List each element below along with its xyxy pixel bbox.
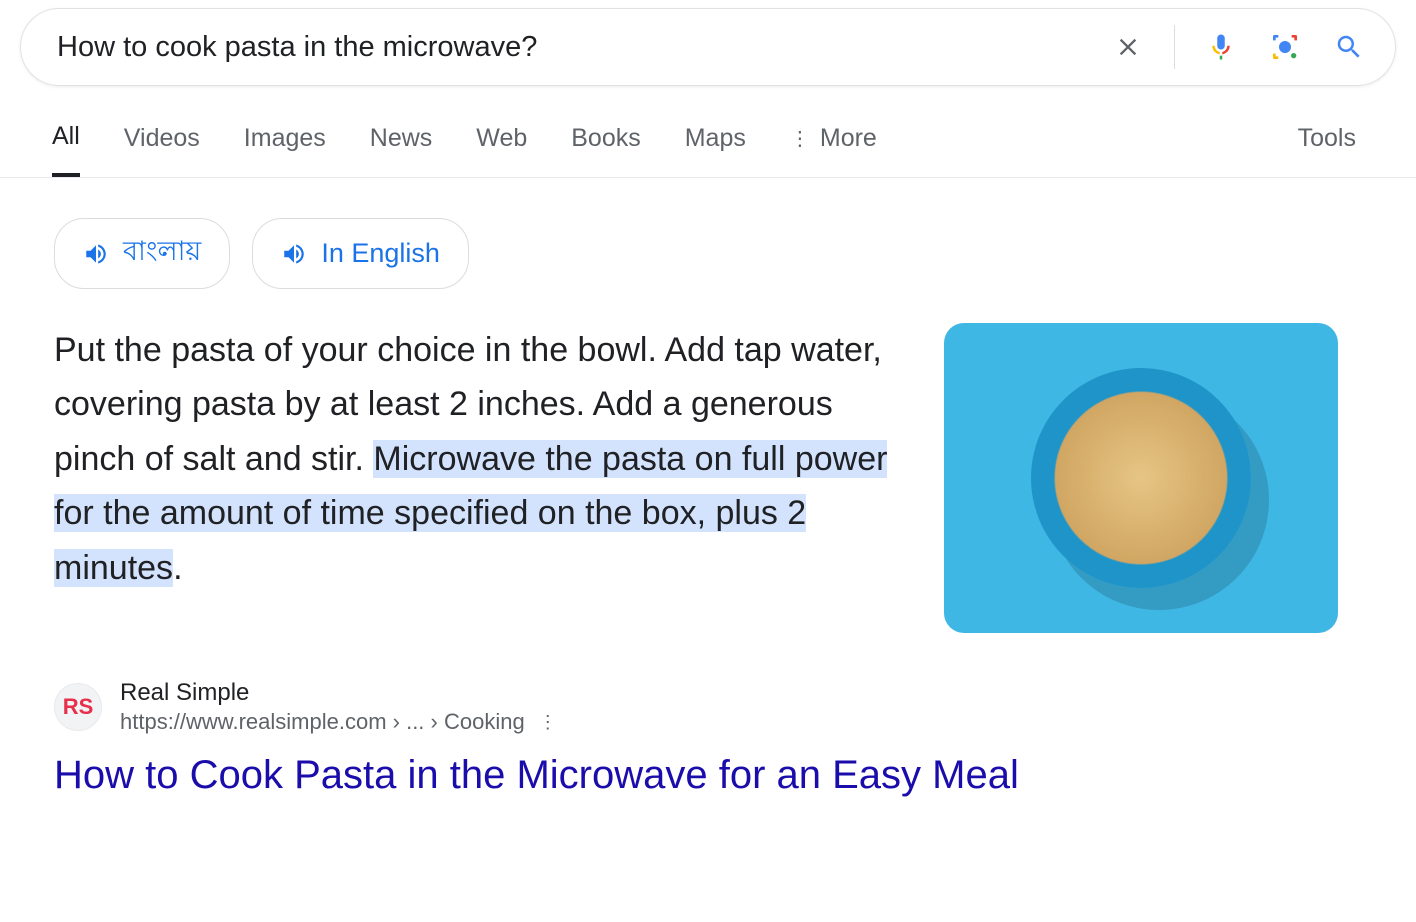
tab-web[interactable]: Web <box>476 122 527 177</box>
more-vert-icon: ⋮ <box>790 129 810 149</box>
speaker-icon <box>281 241 307 267</box>
mic-icon[interactable] <box>1203 29 1239 65</box>
snippet-text: Put the pasta of your choice in the bowl… <box>54 323 894 595</box>
tab-books[interactable]: Books <box>571 122 640 177</box>
chip-english[interactable]: In English <box>252 218 469 289</box>
speaker-icon <box>83 241 109 267</box>
language-chips: বাংলায় In English <box>54 218 1396 289</box>
tab-images[interactable]: Images <box>244 122 326 177</box>
result-source: RS Real Simple https://www.realsimple.co… <box>54 679 1396 735</box>
tools-button[interactable]: Tools <box>1298 124 1396 175</box>
tab-all[interactable]: All <box>52 122 80 177</box>
result-source-info: Real Simple https://www.realsimple.com ›… <box>120 679 557 735</box>
result-url-row: https://www.realsimple.com › ... › Cooki… <box>120 709 557 735</box>
clear-icon[interactable] <box>1110 29 1146 65</box>
search-bar <box>20 8 1396 86</box>
tab-news[interactable]: News <box>370 122 433 177</box>
result-favicon[interactable]: RS <box>54 683 102 731</box>
result-menu-icon[interactable]: ⋮ <box>539 712 557 733</box>
thumbnail-pasta-bowl <box>1031 368 1251 588</box>
tab-more[interactable]: ⋮ More <box>790 122 877 177</box>
result-site-name[interactable]: Real Simple <box>120 679 557 707</box>
search-bar-icons <box>1110 25 1367 69</box>
snippet-thumbnail[interactable] <box>944 323 1338 633</box>
chip-bengali[interactable]: বাংলায় <box>54 218 230 289</box>
result-url[interactable]: https://www.realsimple.com › ... › Cooki… <box>120 709 525 735</box>
result-title-link[interactable]: How to Cook Pasta in the Microwave for a… <box>54 753 1396 798</box>
tabs-row: All Videos Images News Web Books Maps ⋮ … <box>0 86 1416 178</box>
snippet-after: . <box>173 549 182 587</box>
search-input[interactable] <box>57 31 1110 64</box>
results-content: বাংলায় In English Put the pasta of your… <box>0 178 1416 798</box>
tab-videos[interactable]: Videos <box>124 122 200 177</box>
tab-maps[interactable]: Maps <box>685 122 746 177</box>
featured-snippet: Put the pasta of your choice in the bowl… <box>54 323 1396 633</box>
chip-bengali-label: বাংলায় <box>123 231 201 276</box>
search-icon[interactable] <box>1331 29 1367 65</box>
divider <box>1174 25 1175 69</box>
tabs: All Videos Images News Web Books Maps ⋮ … <box>52 122 1298 177</box>
chip-english-label: In English <box>321 238 440 269</box>
lens-icon[interactable] <box>1267 29 1303 65</box>
tab-more-label: More <box>820 124 877 153</box>
